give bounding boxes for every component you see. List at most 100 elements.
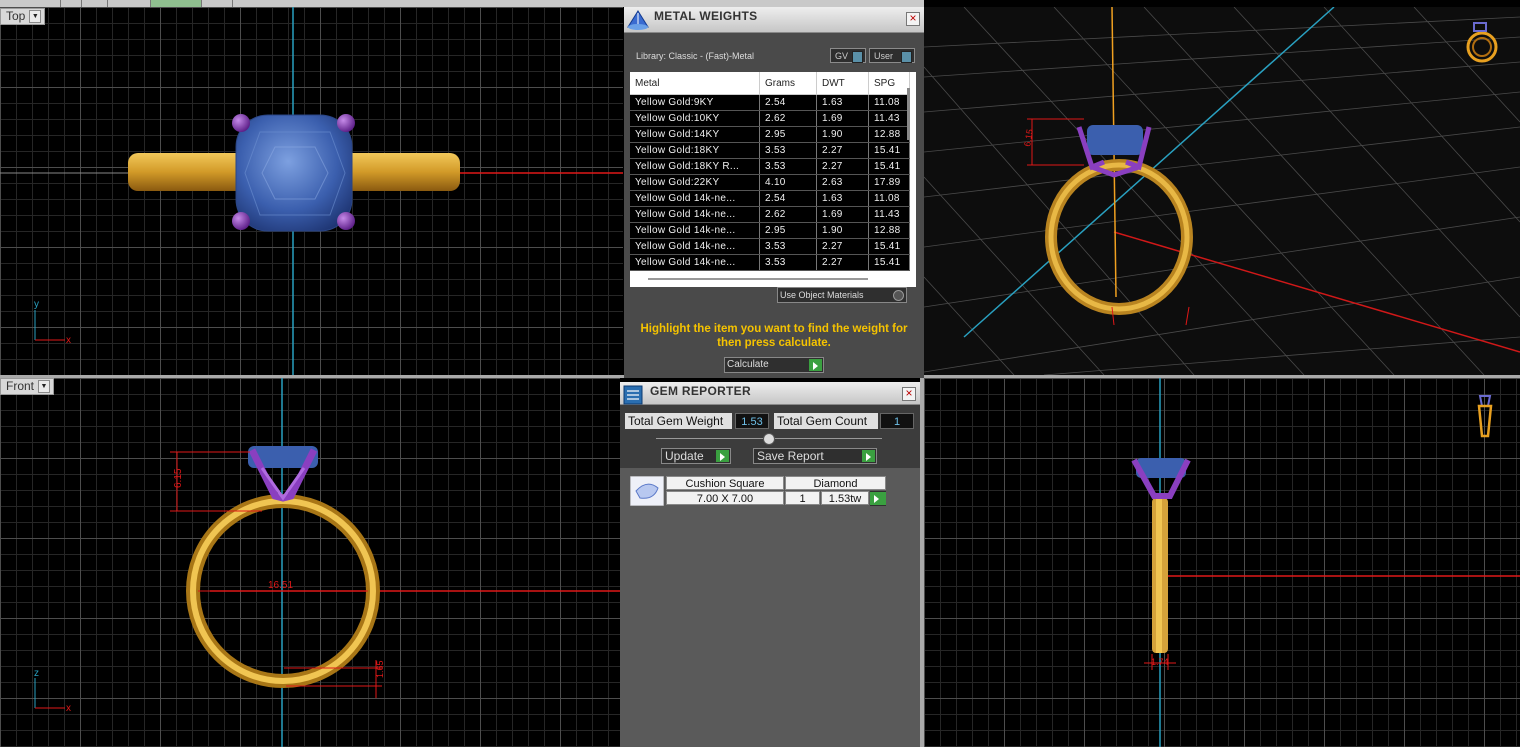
- spg-cell: 15.41: [868, 142, 910, 159]
- viewport-top[interactable]: Top ▼ y x: [0, 7, 623, 375]
- total-gem-count-label: Total Gem Count: [774, 413, 878, 429]
- viewport-label-top[interactable]: Top ▼: [0, 8, 46, 25]
- ring-side-nav-icon: [1478, 395, 1492, 407]
- dwt-cell: 2.27: [816, 142, 869, 159]
- tab-stub-4[interactable]: [108, 0, 151, 7]
- metal-cell: Yellow Gold:22KY: [630, 174, 760, 191]
- gem-list: Cushion Square Diamond 7.00 X 7.00 1 1.5…: [620, 468, 920, 747]
- gv-toggle[interactable]: GV: [830, 48, 866, 63]
- viewport-side[interactable]: 1.74: [924, 378, 1520, 747]
- metal-weights-panel: METAL WEIGHTS × Library: Classic - (Fast…: [624, 7, 924, 378]
- vertical-scrollbar[interactable]: [907, 88, 910, 140]
- side-view-render: 1.74: [1131, 378, 1520, 747]
- gem-shape: Cushion Square: [666, 476, 784, 490]
- svg-text:x: x: [66, 335, 71, 346]
- instruction-text: Highlight the item you want to find the …: [640, 323, 908, 349]
- cushion-gem-icon: [630, 476, 664, 506]
- dwt-cell: 2.27: [816, 158, 869, 175]
- close-icon[interactable]: ×: [906, 12, 920, 26]
- metal-cell: Yellow Gold:9KY: [630, 94, 760, 111]
- column-header-grams[interactable]: Grams: [759, 72, 817, 95]
- table-row[interactable]: Yellow Gold:18KY R... 3.53 2.27 15.41: [630, 158, 910, 175]
- chevron-down-icon[interactable]: ▼: [38, 380, 51, 393]
- play-icon: [809, 359, 822, 371]
- tab-stub-3[interactable]: [82, 0, 108, 7]
- gem-detail-button[interactable]: [870, 491, 886, 506]
- table-row[interactable]: Yellow Gold 14k-ne... 3.53 2.27 15.41: [630, 238, 910, 255]
- dwt-cell: 2.27: [816, 254, 869, 271]
- table-row[interactable]: Yellow Gold:18KY 3.53 2.27 15.41: [630, 142, 910, 159]
- table-row[interactable]: Yellow Gold:14KY 2.95 1.90 12.88: [630, 126, 910, 143]
- horizontal-scrollbar[interactable]: [648, 278, 868, 280]
- metal-cell: Yellow Gold:10KY: [630, 110, 760, 127]
- user-toggle[interactable]: User: [869, 48, 915, 63]
- spg-cell: 15.41: [868, 254, 910, 271]
- tab-stub-active[interactable]: [151, 0, 202, 7]
- svg-text:1.65: 1.65: [375, 660, 385, 678]
- table-row[interactable]: Yellow Gold 14k-ne... 2.62 1.69 11.43: [630, 206, 910, 223]
- table-row[interactable]: Yellow Gold 14k-ne... 2.54 1.63 11.08: [630, 190, 910, 207]
- spg-cell: 11.43: [868, 206, 910, 223]
- update-button[interactable]: Update: [661, 448, 731, 464]
- chevron-down-icon[interactable]: ▼: [29, 10, 42, 23]
- grams-cell: 3.53: [759, 254, 817, 271]
- spg-cell: 12.88: [868, 126, 910, 143]
- gem-weight: 1.53tw: [821, 491, 869, 505]
- close-icon[interactable]: ×: [902, 387, 916, 401]
- column-header-dwt[interactable]: DWT: [816, 72, 869, 95]
- metal-weights-table: Metal Grams DWT SPG Yellow Gold:9KY 2.54 1…: [630, 72, 916, 287]
- grams-cell: 2.95: [759, 126, 817, 143]
- metal-weights-titlebar[interactable]: METAL WEIGHTS ×: [624, 7, 924, 33]
- gem-quantity: 1: [785, 491, 820, 505]
- metal-cell: Yellow Gold 14k-ne...: [630, 222, 760, 239]
- grams-cell: 2.54: [759, 94, 817, 111]
- radio-icon: [893, 290, 904, 301]
- metal-cell: Yellow Gold:14KY: [630, 126, 760, 143]
- top-tab-strip: [0, 0, 924, 7]
- viewport-divider-v[interactable]: [920, 378, 924, 747]
- viewport-label-front[interactable]: Front ▼: [0, 378, 55, 395]
- perspective-view-render: 6.15: [924, 7, 1520, 375]
- calculate-button[interactable]: Calculate: [724, 357, 824, 373]
- dwt-cell: 1.63: [816, 94, 869, 111]
- grams-cell: 4.10: [759, 174, 817, 191]
- column-header-spg[interactable]: SPG: [868, 72, 910, 95]
- dwt-cell: 1.90: [816, 222, 869, 239]
- dwt-cell: 2.63: [816, 174, 869, 191]
- save-report-button[interactable]: Save Report: [753, 448, 877, 464]
- spg-cell: 11.08: [868, 94, 910, 111]
- metal-cell: Yellow Gold:18KY R...: [630, 158, 760, 175]
- collapse-handle-icon[interactable]: [763, 433, 775, 445]
- tab-stub-2[interactable]: [61, 0, 82, 7]
- gem-reporter-titlebar[interactable]: GEM REPORTER ×: [620, 382, 920, 405]
- tab-stub-6[interactable]: [202, 0, 233, 7]
- spg-cell: 17.89: [868, 174, 910, 191]
- svg-text:6.15: 6.15: [1022, 128, 1035, 147]
- spg-cell: 11.08: [868, 190, 910, 207]
- table-header-row: Metal Grams DWT SPG: [630, 72, 910, 95]
- viewport-perspective[interactable]: 6.15: [924, 7, 1520, 375]
- spg-cell: 12.88: [868, 222, 910, 239]
- tab-stub-1[interactable]: [0, 0, 61, 7]
- top-view-render: y x: [0, 7, 623, 375]
- grams-cell: 3.53: [759, 158, 817, 175]
- spg-cell: 11.43: [868, 110, 910, 127]
- library-label: Library: Classic - (Fast)-Metal: [636, 51, 755, 61]
- gem-report-icon: [623, 385, 643, 405]
- use-object-materials-toggle[interactable]: Use Object Materials: [777, 287, 907, 303]
- total-gem-count-value: 1: [880, 413, 914, 429]
- table-row[interactable]: Yellow Gold 14k-ne... 2.95 1.90 12.88: [630, 222, 910, 239]
- viewport-front[interactable]: Front ▼ 6.15 16.51 1.65 z x: [0, 378, 620, 747]
- table-row[interactable]: Yellow Gold:9KY 2.54 1.63 11.08: [630, 94, 910, 111]
- toggle-icon: [901, 51, 912, 63]
- grams-cell: 2.62: [759, 206, 817, 223]
- column-header-metal[interactable]: Metal: [630, 72, 760, 95]
- grams-cell: 2.62: [759, 110, 817, 127]
- table-row[interactable]: Yellow Gold:22KY 4.10 2.63 17.89: [630, 174, 910, 191]
- table-row[interactable]: Yellow Gold 14k-ne... 3.53 2.27 15.41: [630, 254, 910, 271]
- dwt-cell: 1.69: [816, 110, 869, 127]
- table-row[interactable]: Yellow Gold:10KY 2.62 1.69 11.43: [630, 110, 910, 127]
- gem-reporter-panel: GEM REPORTER × Total Gem Weight 1.53 Tot…: [620, 382, 920, 747]
- scale-icon: [627, 10, 649, 30]
- dwt-cell: 1.69: [816, 206, 869, 223]
